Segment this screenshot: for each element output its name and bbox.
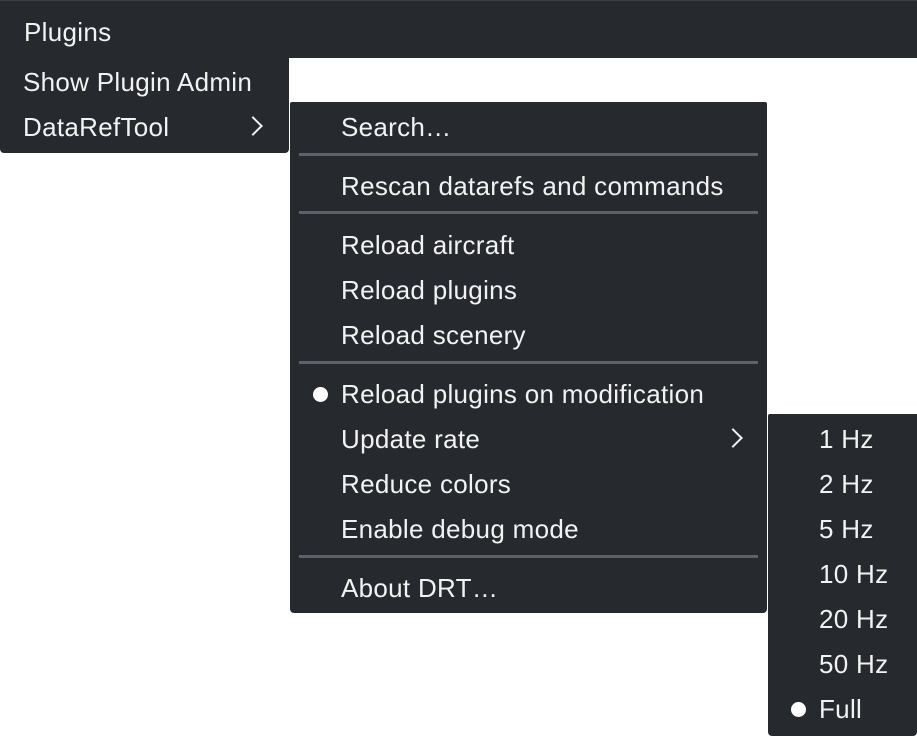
menu-item-label: Enable debug mode: [341, 514, 579, 544]
menu-item-reload-plugins-on-modification[interactable]: Reload plugins on modification: [290, 372, 767, 417]
menu-item-rate-5hz[interactable]: 5 Hz: [768, 507, 917, 552]
menu-item-about-drt[interactable]: About DRT…: [290, 566, 767, 611]
menu-item-label: Show Plugin Admin: [23, 67, 253, 97]
menu-divider: [299, 361, 758, 364]
menu-item-rate-10hz[interactable]: 10 Hz: [768, 552, 917, 597]
menu-item-label: Reload plugins: [341, 275, 518, 305]
menu-item-label: 20 Hz: [819, 604, 889, 634]
menu-item-reload-scenery[interactable]: Reload scenery: [290, 313, 767, 358]
menu-item-label: Rescan datarefs and commands: [341, 171, 724, 201]
menu-item-label: Reload plugins on modification: [341, 379, 705, 409]
menu-item-label: DataRefTool: [23, 112, 170, 142]
menubar: Plugins: [0, 0, 917, 58]
menu-item-rescan-datarefs[interactable]: Rescan datarefs and commands: [290, 164, 767, 209]
menu-item-rate-2hz[interactable]: 2 Hz: [768, 462, 917, 507]
menu-item-label: Reload scenery: [341, 320, 526, 350]
menu-item-show-plugin-admin[interactable]: Show Plugin Admin: [0, 60, 289, 105]
menu-item-reduce-colors[interactable]: Reduce colors: [290, 462, 767, 507]
chevron-right-icon: [243, 116, 263, 136]
menu-item-label: About DRT…: [341, 573, 499, 603]
menu-item-label: 10 Hz: [819, 559, 889, 589]
menu-item-reload-aircraft[interactable]: Reload aircraft: [290, 223, 767, 268]
plugins-menu: Show Plugin Admin DataRefTool: [0, 58, 289, 153]
menu-item-rate-full[interactable]: Full: [768, 687, 917, 732]
menu-item-rate-50hz[interactable]: 50 Hz: [768, 642, 917, 687]
menu-divider: [299, 153, 758, 156]
menu-divider: [299, 211, 758, 214]
menu-item-label: 5 Hz: [819, 514, 874, 544]
checked-bullet-icon: [791, 702, 806, 717]
menu-divider: [299, 555, 758, 558]
menu-item-label: 1 Hz: [819, 424, 874, 454]
menu-item-label: 2 Hz: [819, 469, 874, 499]
menu-item-rate-20hz[interactable]: 20 Hz: [768, 597, 917, 642]
menubar-title-plugins[interactable]: Plugins: [24, 15, 111, 49]
menu-item-enable-debug-mode[interactable]: Enable debug mode: [290, 507, 767, 552]
menu-item-label: Full: [819, 694, 863, 724]
menu-item-reload-plugins[interactable]: Reload plugins: [290, 268, 767, 313]
checked-bullet-icon: [313, 387, 328, 402]
chevron-right-icon: [723, 428, 743, 448]
menu-item-search[interactable]: Search…: [290, 105, 767, 150]
menu-item-update-rate[interactable]: Update rate: [290, 417, 767, 462]
update-rate-menu: 1 Hz 2 Hz 5 Hz 10 Hz 20 Hz 50 Hz Full: [768, 414, 917, 736]
menu-item-label: Reload aircraft: [341, 230, 515, 260]
datareftool-menu: Search… Rescan datarefs and commands Rel…: [290, 102, 767, 613]
menu-item-label: Update rate: [341, 424, 481, 454]
menu-item-rate-1hz[interactable]: 1 Hz: [768, 417, 917, 462]
menu-item-datareftool[interactable]: DataRefTool: [0, 105, 289, 150]
menu-item-label: Reduce colors: [341, 469, 512, 499]
menu-item-label: 50 Hz: [819, 649, 889, 679]
menu-item-label: Search…: [341, 112, 452, 142]
